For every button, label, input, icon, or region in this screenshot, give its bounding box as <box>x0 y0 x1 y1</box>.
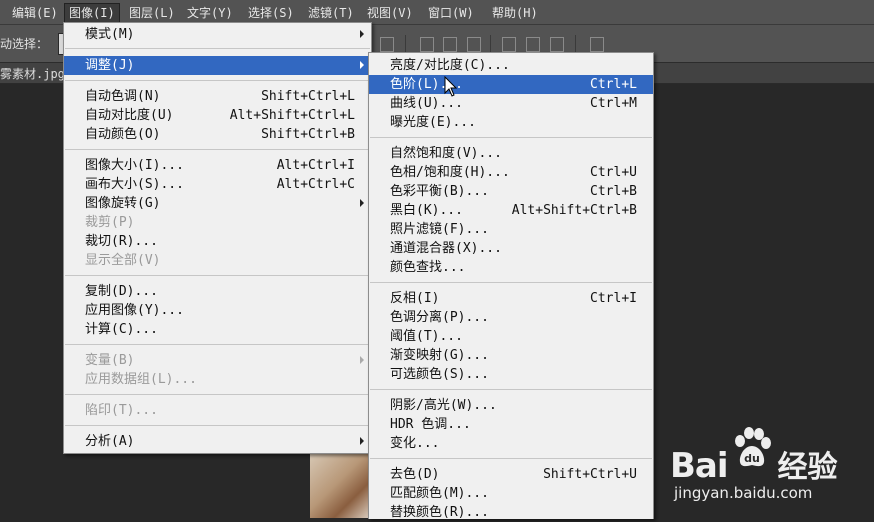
menu-image[interactable]: 图像(I) <box>64 3 120 23</box>
menu-separator <box>370 137 652 138</box>
toolbar-divider <box>405 35 406 53</box>
menu-separator <box>65 149 370 150</box>
menu-item-replace-color[interactable]: 替换颜色(R)... <box>369 503 653 522</box>
adjustments-submenu: 亮度/对比度(C)... 色阶(L)... Ctrl+L 曲线(U)... Ctrl… <box>368 52 654 522</box>
menu-separator <box>65 275 370 276</box>
menu-item-apply-data-set: 应用数据组(L)... <box>85 372 197 387</box>
align-top-icon[interactable] <box>420 37 434 52</box>
menu-item-adjustments[interactable]: 调整(J) <box>64 56 371 75</box>
menu-item-crop: 裁剪(P) <box>85 215 135 230</box>
toolbar-divider <box>490 35 491 53</box>
menu-item-shadows-highlights[interactable]: 阴影/高光(W)... <box>369 396 653 415</box>
menu-separator <box>65 394 370 395</box>
auto-select-label: 动选择： <box>0 37 49 51</box>
submenu-arrow-icon <box>360 356 364 364</box>
menu-item-mode[interactable]: 模式(M) <box>64 25 371 44</box>
menu-item-curves[interactable]: 曲线(U)... Ctrl+M <box>369 94 653 113</box>
menu-item-hdr-toning[interactable]: HDR 色调... <box>369 415 653 434</box>
menu-item-reveal-all: 显示全部(V) <box>85 253 161 268</box>
canvas-image <box>310 452 372 518</box>
align-hcenter-icon[interactable] <box>526 37 540 52</box>
image-menu: 模式(M) 调整(J) 自动色调(N) Shift+Ctrl+L 自动对比度(U)… <box>63 22 372 454</box>
menu-item-image-rotation[interactable]: 图像旋转(G) <box>64 194 371 213</box>
align-vcenter-icon[interactable] <box>443 37 457 52</box>
menu-item-desaturate[interactable]: 去色(D) Shift+Ctrl+U <box>369 465 653 484</box>
baidu-logo-text: Bai 经验 <box>670 446 838 486</box>
mouse-cursor-icon <box>444 76 458 97</box>
menu-item-exposure[interactable]: 曝光度(E)... <box>369 113 653 132</box>
menu-item-levels[interactable]: 色阶(L)... Ctrl+L <box>369 75 653 94</box>
menu-separator <box>65 425 370 426</box>
menu-item-color-lookup[interactable]: 颜色查找... <box>369 258 653 277</box>
menu-item-gradient-map[interactable]: 渐变映射(G)... <box>369 346 653 365</box>
align-icon[interactable] <box>380 37 394 52</box>
menu-separator <box>65 80 370 81</box>
align-right-icon[interactable] <box>550 37 564 52</box>
toolbar-divider <box>575 35 576 53</box>
menu-item-vibrance[interactable]: 自然饱和度(V)... <box>369 144 653 163</box>
watermark-url: jingyan.baidu.com <box>674 484 813 502</box>
menu-help[interactable]: 帮助(H) <box>488 4 542 22</box>
menu-item-trim[interactable]: 裁切(R)... <box>64 232 371 251</box>
submenu-arrow-icon <box>360 437 364 445</box>
menu-item-auto-tone[interactable]: 自动色调(N) Shift+Ctrl+L <box>64 87 371 106</box>
document-tab[interactable]: 雾素材.jpg <box>0 65 65 82</box>
menu-item-invert[interactable]: 反相(I) Ctrl+I <box>369 289 653 308</box>
menu-filter[interactable]: 滤镜(T) <box>304 4 358 22</box>
menu-type[interactable]: 文字(Y) <box>183 4 237 22</box>
menu-item-channel-mixer[interactable]: 通道混合器(X)... <box>369 239 653 258</box>
menu-item-selective-color[interactable]: 可选颜色(S)... <box>369 365 653 384</box>
align-bottom-icon[interactable] <box>467 37 481 52</box>
submenu-arrow-icon <box>360 30 364 38</box>
menu-edit[interactable]: 编辑(E) <box>8 4 62 22</box>
menu-item-canvas-size[interactable]: 画布大小(S)... Alt+Ctrl+C <box>64 175 371 194</box>
menu-item-auto-color[interactable]: 自动颜色(O) Shift+Ctrl+B <box>64 125 371 144</box>
align-left-icon[interactable] <box>502 37 516 52</box>
menu-item-hue-saturation[interactable]: 色相/饱和度(H)... Ctrl+U <box>369 163 653 182</box>
menu-item-posterize[interactable]: 色调分离(P)... <box>369 308 653 327</box>
menu-view[interactable]: 视图(V) <box>363 4 417 22</box>
menu-item-variables: 变量(B) <box>64 351 371 370</box>
menu-item-image-size[interactable]: 图像大小(I)... Alt+Ctrl+I <box>64 156 371 175</box>
menu-item-photo-filter[interactable]: 照片滤镜(F)... <box>369 220 653 239</box>
menu-item-trap: 陷印(T)... <box>85 403 158 418</box>
menu-separator <box>65 344 370 345</box>
menu-window[interactable]: 窗口(W) <box>424 4 478 22</box>
menu-item-match-color[interactable]: 匹配颜色(M)... <box>369 484 653 503</box>
baidu-watermark: du Bai 经验 jingyan.baidu.com <box>670 420 874 518</box>
menu-item-threshold[interactable]: 阈值(T)... <box>369 327 653 346</box>
menu-item-analysis[interactable]: 分析(A) <box>64 432 371 451</box>
menu-layer[interactable]: 图层(L) <box>125 4 179 22</box>
menu-separator <box>65 48 370 49</box>
menu-item-duplicate[interactable]: 复制(D)... <box>64 282 371 301</box>
menu-item-calculations[interactable]: 计算(C)... <box>64 320 371 339</box>
menu-select[interactable]: 选择(S) <box>244 4 298 22</box>
submenu-arrow-icon <box>360 61 364 69</box>
distribute-icon[interactable] <box>590 37 604 52</box>
menu-separator <box>370 458 652 459</box>
menu-item-color-balance[interactable]: 色彩平衡(B)... Ctrl+B <box>369 182 653 201</box>
menu-item-auto-contrast[interactable]: 自动对比度(U) Alt+Shift+Ctrl+L <box>64 106 371 125</box>
menu-item-variations[interactable]: 变化... <box>369 434 653 453</box>
menu-separator <box>370 389 652 390</box>
menu-item-black-white[interactable]: 黑白(K)... Alt+Shift+Ctrl+B <box>369 201 653 220</box>
menu-item-brightness-contrast[interactable]: 亮度/对比度(C)... <box>369 56 653 75</box>
menu-separator <box>370 282 652 283</box>
menu-item-apply-image[interactable]: 应用图像(Y)... <box>64 301 371 320</box>
submenu-arrow-icon <box>360 199 364 207</box>
